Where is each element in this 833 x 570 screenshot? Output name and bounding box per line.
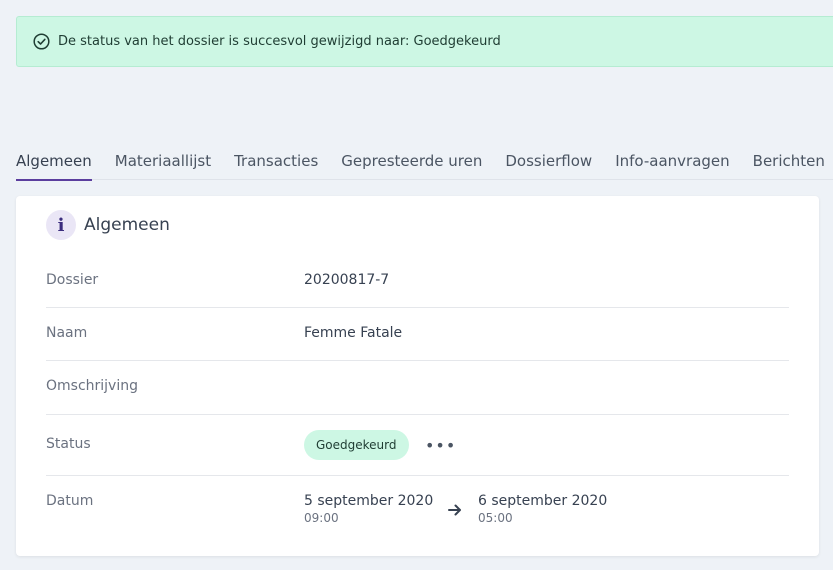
- tab-transacties[interactable]: Transacties: [234, 140, 318, 180]
- tab-bar: Algemeen Materiaallijst Transacties Gepr…: [16, 140, 833, 181]
- datum-label: Datum: [46, 493, 94, 509]
- tab-berichten[interactable]: Berichten: [753, 140, 825, 180]
- card-header: i Algemeen: [46, 209, 170, 241]
- end-date-block: 6 september 2020 05:00: [478, 493, 607, 525]
- row-dossier: Dossier 20200817-7: [46, 254, 789, 308]
- row-omschrijving: Omschrijving: [46, 361, 789, 415]
- status-value: Goedgekeurd •••: [304, 430, 456, 460]
- tab-info-aanvragen[interactable]: Info-aanvragen: [615, 140, 729, 180]
- alert-message: De status van het dossier is succesvol g…: [58, 34, 501, 49]
- end-date: 6 september 2020: [478, 493, 608, 509]
- start-date-block: 5 september 2020 09:00: [304, 493, 433, 525]
- general-card: i Algemeen Dossier 20200817-7 Naam Femme…: [16, 196, 819, 556]
- check-circle-icon: [33, 33, 50, 50]
- row-naam: Naam Femme Fatale: [46, 308, 789, 361]
- row-datum: Datum 5 september 2020 09:00 6 september…: [46, 476, 789, 542]
- dossier-value: 20200817-7: [304, 272, 390, 288]
- arrow-right-icon: [447, 502, 463, 518]
- omschrijving-label: Omschrijving: [46, 378, 138, 394]
- tab-materiaallijst[interactable]: Materiaallijst: [115, 140, 211, 180]
- dossier-label: Dossier: [46, 272, 99, 288]
- more-options-icon[interactable]: •••: [425, 436, 456, 455]
- status-badge: Goedgekeurd: [304, 430, 409, 460]
- start-date: 5 september 2020: [304, 493, 434, 509]
- card-title: Algemeen: [84, 215, 170, 235]
- end-time: 05:00: [478, 511, 513, 525]
- start-time: 09:00: [304, 511, 339, 525]
- info-icon: i: [46, 210, 76, 240]
- tab-gepresteerde-uren[interactable]: Gepresteerde uren: [341, 140, 482, 180]
- tab-dossierflow[interactable]: Dossierflow: [505, 140, 592, 180]
- tab-algemeen[interactable]: Algemeen: [16, 140, 92, 181]
- success-alert: De status van het dossier is succesvol g…: [16, 16, 833, 67]
- naam-label: Naam: [46, 325, 88, 341]
- status-label: Status: [46, 436, 91, 452]
- naam-value: Femme Fatale: [304, 325, 403, 341]
- row-status: Status Goedgekeurd •••: [46, 415, 789, 476]
